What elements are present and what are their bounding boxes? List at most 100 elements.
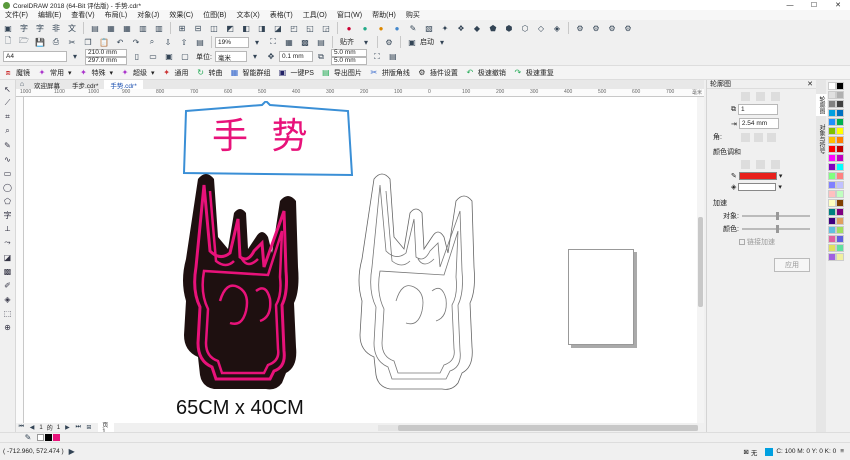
text-tool2-icon[interactable]: 字 <box>34 22 46 34</box>
palette-swatch[interactable] <box>836 253 844 261</box>
palette-swatch[interactable] <box>836 91 844 99</box>
palette-swatch[interactable] <box>828 118 836 126</box>
save-icon[interactable]: 💾 <box>34 36 46 48</box>
plugin-button-1[interactable]: 常用 <box>50 68 64 78</box>
menu-item-1[interactable]: 编辑(E) <box>38 10 61 20</box>
color-accel-slider[interactable] <box>742 225 810 233</box>
palette-swatch[interactable] <box>836 145 844 153</box>
add-tool-icon[interactable]: ⊕ <box>1 321 15 333</box>
menu-item-10[interactable]: 窗口(W) <box>337 10 362 20</box>
palette-swatch[interactable] <box>828 253 836 261</box>
paste-icon[interactable]: 📋 <box>98 36 110 48</box>
side-tab-objects[interactable]: 对象与符号 <box>816 122 827 156</box>
intersect-icon[interactable]: ◰ <box>288 22 300 34</box>
palette-swatch[interactable] <box>828 208 836 216</box>
menu-item-12[interactable]: 购买 <box>406 10 420 20</box>
portrait-icon[interactable]: ▯ <box>131 51 143 63</box>
chevron-down-icon[interactable]: ▾ <box>110 69 114 77</box>
connector-tool-icon[interactable]: ⤳ <box>1 237 15 249</box>
plugin4-icon[interactable]: ⚙ <box>622 22 634 34</box>
plugin3-icon[interactable]: ⚙ <box>606 22 618 34</box>
side-tab-contour[interactable]: 轮廓图 <box>816 94 827 116</box>
chevron-down-icon[interactable]: ▾ <box>69 51 81 63</box>
shape2-icon[interactable]: ◲ <box>320 22 332 34</box>
pdf-icon[interactable]: ▤ <box>194 36 206 48</box>
fill-color-swatch[interactable] <box>738 183 777 191</box>
palette-swatch[interactable] <box>836 244 844 252</box>
prev-page-icon[interactable]: ◀ <box>29 424 36 432</box>
corner-round-icon[interactable] <box>754 132 763 142</box>
page-width-field[interactable]: 210.0 mm <box>85 48 127 57</box>
effect2-icon[interactable]: ❖ <box>455 22 467 34</box>
palette-swatch[interactable] <box>828 181 836 189</box>
dup-y-field[interactable]: 5.0 mm <box>330 56 367 65</box>
all-pages-icon[interactable]: ▣ <box>163 51 175 63</box>
color2-icon[interactable]: ● <box>375 22 387 34</box>
menu-item-8[interactable]: 表格(T) <box>270 10 293 20</box>
plugin-button-9[interactable]: 拼版角线 <box>382 68 410 78</box>
palette-swatch[interactable] <box>828 190 836 198</box>
blend-cw-icon[interactable] <box>756 160 765 169</box>
palette-swatch[interactable] <box>828 226 836 234</box>
page-frame[interactable] <box>568 249 634 345</box>
tab-shoushi[interactable]: 手势.cdr* <box>104 80 143 90</box>
smart-fill-icon[interactable]: ⬚ <box>1 307 15 319</box>
palette-swatch[interactable] <box>836 199 844 207</box>
swatch-pink[interactable] <box>52 434 60 441</box>
text-tool3-icon[interactable]: 非 <box>50 22 62 34</box>
arrange-icon[interactable]: ⊟ <box>192 22 204 34</box>
current-page-icon[interactable]: ▢ <box>179 51 191 63</box>
copy-icon[interactable]: ❐ <box>82 36 94 48</box>
rulers-icon[interactable]: ▦ <box>283 36 295 48</box>
landscape-icon[interactable]: ▭ <box>147 51 159 63</box>
interactive-fill-icon[interactable]: ◈ <box>1 293 15 305</box>
plugin-button-0[interactable]: 魔镜 <box>16 68 30 78</box>
corner-bevel-icon[interactable] <box>767 132 776 142</box>
next-page-icon[interactable]: ▶ <box>64 424 71 432</box>
grid-toggle-icon[interactable]: ▩ <box>299 36 311 48</box>
open-icon[interactable]: 🗁 <box>18 36 30 48</box>
layer-icon[interactable]: ▥ <box>137 22 149 34</box>
effect8-icon[interactable]: ◈ <box>551 22 563 34</box>
menu-item-7[interactable]: 文本(X) <box>236 10 259 20</box>
text-tool-icon[interactable]: 字 <box>18 22 30 34</box>
neon-hand-outline[interactable] <box>352 171 492 391</box>
grid-icon[interactable]: ▦ <box>105 22 117 34</box>
nudge-field[interactable]: 0.1 mm <box>278 51 313 62</box>
units-select[interactable]: 毫米 <box>214 51 247 62</box>
polygon-tool-icon[interactable]: ⬠ <box>1 195 15 207</box>
trim-icon[interactable]: ◪ <box>272 22 284 34</box>
vertical-scrollbar[interactable] <box>697 97 704 423</box>
palette-swatch[interactable] <box>828 100 836 108</box>
smart-draw-icon[interactable]: ∿ <box>1 153 15 165</box>
ellipse-tool-icon[interactable]: ◯ <box>1 181 15 193</box>
chevron-down-icon[interactable]: ▾ <box>151 69 155 77</box>
home-icon[interactable]: ⌂ <box>18 80 26 88</box>
layer2-icon[interactable]: ▥ <box>153 22 165 34</box>
palette-swatch[interactable] <box>836 100 844 108</box>
combine-icon[interactable]: ◧ <box>240 22 252 34</box>
crop-tool-icon[interactable]: ⌗ <box>1 111 15 123</box>
effect4-icon[interactable]: ⬟ <box>487 22 499 34</box>
launch-icon[interactable]: ▣ <box>406 36 418 48</box>
text-tool-icon[interactable]: 字 <box>1 209 15 221</box>
ungroup-icon[interactable]: ◩ <box>224 22 236 34</box>
new-icon[interactable]: ▣ <box>2 22 14 34</box>
snap-label[interactable]: 贴齐 <box>340 37 354 47</box>
eyedropper-icon[interactable]: ✐ <box>1 279 15 291</box>
drop-shadow-icon[interactable]: ◪ <box>1 251 15 263</box>
plugin-button-11[interactable]: 极速撤销 <box>478 68 506 78</box>
palette-swatch[interactable] <box>836 226 844 234</box>
tab-welcome[interactable]: 欢迎屏幕 <box>28 80 66 90</box>
effect3-icon[interactable]: ◆ <box>471 22 483 34</box>
swatch-white[interactable] <box>36 434 44 441</box>
palette-swatch[interactable] <box>836 109 844 117</box>
menu-item-9[interactable]: 工具(O) <box>303 10 327 20</box>
grid2-icon[interactable]: ▦ <box>121 22 133 34</box>
palette-swatch[interactable] <box>828 163 836 171</box>
chevron-down-icon[interactable]: ▾ <box>360 36 372 48</box>
palette-swatch[interactable] <box>836 190 844 198</box>
apply-button[interactable]: 应用 <box>774 258 810 272</box>
cut-icon[interactable]: ✂ <box>66 36 78 48</box>
palette-swatch[interactable] <box>828 154 836 162</box>
